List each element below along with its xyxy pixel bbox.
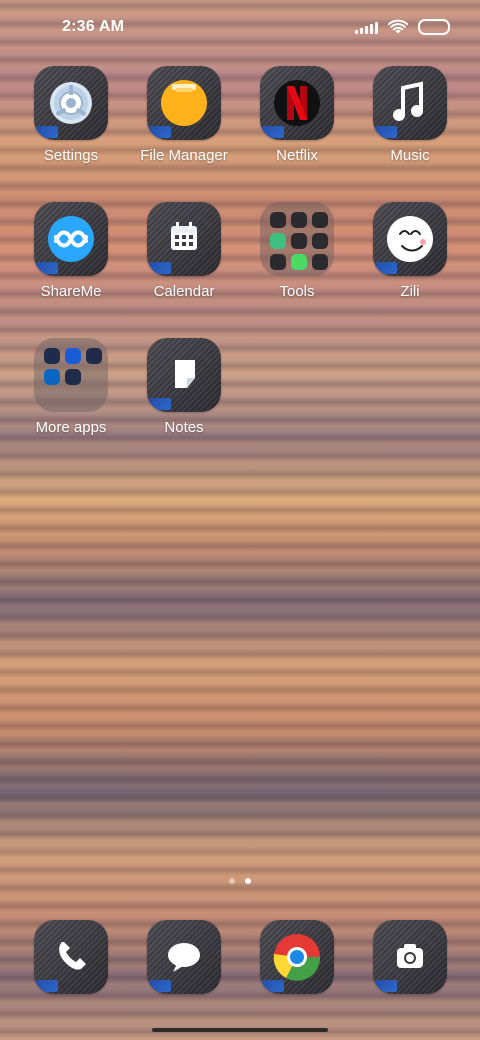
settings-icon [34, 66, 108, 140]
app-label: Zili [400, 283, 420, 300]
app-label: Settings [43, 147, 99, 164]
folder-preview-grid [44, 348, 102, 385]
home-indicator-bar[interactable] [152, 1028, 328, 1032]
app-label: Tools [279, 283, 315, 300]
folder-icon [34, 338, 108, 412]
app-label: Notes [164, 419, 204, 436]
messages-icon [147, 920, 221, 994]
calendar-icon [147, 202, 221, 276]
app-label: File Manager [140, 147, 228, 164]
app-label: ShareMe [40, 283, 102, 300]
app-label: Calendar [153, 283, 215, 300]
dock-camera[interactable] [360, 920, 460, 994]
app-label: Netflix [276, 147, 318, 164]
app-shareme[interactable]: ShareMe [21, 202, 121, 300]
app-zili[interactable]: Zili [360, 202, 460, 300]
folder-more-apps[interactable]: More apps [21, 338, 121, 436]
music-note-icon [373, 66, 447, 140]
notes-icon [147, 338, 221, 412]
app-calendar[interactable]: Calendar [134, 202, 234, 300]
app-file-manager[interactable]: File Manager [134, 66, 234, 164]
phone-icon [34, 920, 108, 994]
page-dot[interactable] [229, 878, 235, 884]
dock-phone[interactable] [21, 920, 121, 994]
file-manager-icon [147, 66, 221, 140]
dock-messages[interactable] [134, 920, 234, 994]
wifi-icon [388, 19, 408, 35]
status-icons [355, 19, 450, 35]
app-music[interactable]: Music [360, 66, 460, 164]
shareme-icon [34, 202, 108, 276]
chrome-icon [260, 920, 334, 994]
app-settings[interactable]: Settings [21, 66, 121, 164]
netflix-icon [260, 66, 334, 140]
app-netflix[interactable]: Netflix [247, 66, 347, 164]
signal-icon [355, 20, 378, 34]
dock-chrome[interactable] [247, 920, 347, 994]
zili-face-icon [373, 202, 447, 276]
app-notes[interactable]: Notes [134, 338, 234, 436]
folder-preview-grid [270, 212, 328, 270]
status-time: 2:36 AM [62, 18, 125, 35]
camera-icon [373, 920, 447, 994]
app-label: More apps [35, 419, 107, 436]
page-dot-active[interactable] [245, 878, 251, 884]
status-bar: 2:36 AM [0, 0, 480, 56]
app-label: Music [390, 147, 430, 164]
battery-icon [418, 19, 450, 35]
page-indicator[interactable] [0, 878, 480, 884]
folder-tools[interactable]: Tools [247, 202, 347, 300]
folder-icon [260, 202, 334, 276]
